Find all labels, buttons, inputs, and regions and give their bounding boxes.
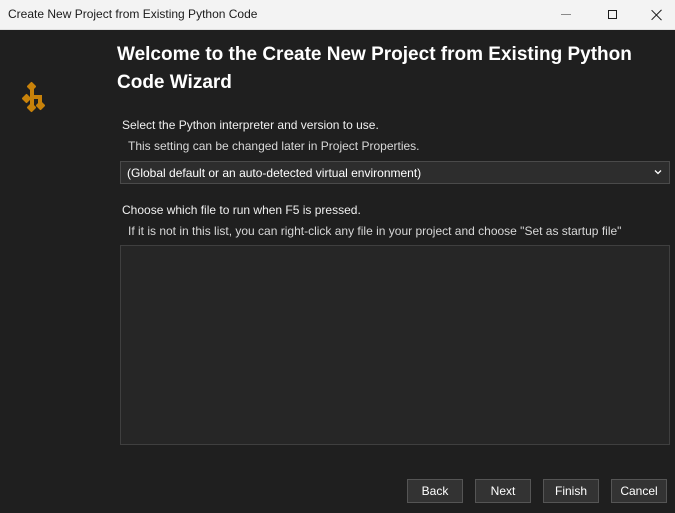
interpreter-dropdown[interactable]: (Global default or an auto-detected virt… xyxy=(120,161,670,184)
chevron-down-icon xyxy=(654,170,662,175)
title-bar: Create New Project from Existing Python … xyxy=(0,0,675,30)
maximize-button[interactable] xyxy=(589,0,635,29)
startup-file-list[interactable] xyxy=(120,245,670,445)
interpreter-selected-value: (Global default or an auto-detected virt… xyxy=(127,166,422,180)
close-icon xyxy=(651,9,663,21)
finish-button[interactable]: Finish xyxy=(543,479,599,503)
cancel-button[interactable]: Cancel xyxy=(611,479,667,503)
window-title: Create New Project from Existing Python … xyxy=(8,7,258,21)
maximize-icon xyxy=(607,10,617,19)
back-button[interactable]: Back xyxy=(407,479,463,503)
python-project-icon xyxy=(21,81,46,113)
wizard-window: Create New Project from Existing Python … xyxy=(0,0,675,513)
startup-file-sublabel: If it is not in this list, you can right… xyxy=(128,224,622,238)
startup-file-label: Choose which file to run when F5 is pres… xyxy=(122,203,361,217)
wizard-heading: Welcome to the Create New Project from E… xyxy=(117,44,632,93)
minimize-button[interactable] xyxy=(543,0,589,29)
minimize-icon xyxy=(561,14,571,15)
interpreter-label: Select the Python interpreter and versio… xyxy=(122,118,379,132)
interpreter-sublabel: This setting can be changed later in Pro… xyxy=(128,139,420,153)
close-button[interactable] xyxy=(634,0,675,29)
next-button[interactable]: Next xyxy=(475,479,531,503)
